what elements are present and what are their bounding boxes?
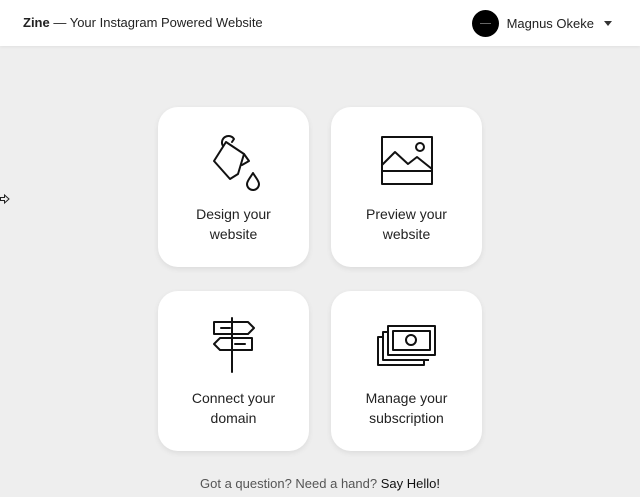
card-label-line: Manage your: [365, 390, 448, 406]
user-name: Magnus Okeke: [506, 15, 594, 31]
card-label-line: Design your: [196, 206, 271, 222]
card-label-line: website: [382, 226, 431, 242]
manage-subscription-card[interactable]: Manage your subscription: [331, 291, 482, 451]
card-label-line: Preview your: [366, 206, 447, 222]
signpost-icon: [212, 317, 255, 373]
avatar: [471, 9, 499, 37]
top-bar: Zine — Your Instagram Powered Website Ma…: [0, 0, 640, 46]
preview-website-card[interactable]: Preview your website: [331, 107, 482, 267]
preview-website-label: Preview your website: [341, 204, 472, 244]
brand[interactable]: Zine — Your Instagram Powered Website: [23, 15, 263, 30]
card-label-line: domain: [210, 410, 257, 426]
card-label-line: website: [209, 226, 258, 242]
caret-down-icon: [604, 20, 612, 26]
manage-subscription-label: Manage your subscription: [341, 388, 472, 428]
footer-question: Got a question? Need a hand?: [200, 476, 381, 491]
card-label-line: subscription: [369, 410, 444, 426]
design-website-card[interactable]: Design your website: [158, 107, 309, 267]
image-icon: [380, 136, 433, 185]
connect-domain-label: Connect your domain: [168, 388, 299, 428]
footer: Got a question? Need a hand? Say Hello!: [0, 476, 640, 491]
money-stack-icon: [376, 325, 436, 366]
say-hello-link[interactable]: Say Hello!: [381, 476, 440, 491]
connect-domain-card[interactable]: Connect your domain: [158, 291, 309, 451]
brand-name: Zine: [23, 15, 50, 30]
card-label-line: Connect your: [191, 390, 276, 406]
user-menu[interactable]: Magnus Okeke: [471, 9, 612, 37]
brand-tagline: — Your Instagram Powered Website: [49, 15, 263, 30]
paint-pour-icon: [212, 134, 260, 191]
design-website-label: Design your website: [168, 204, 299, 244]
arrow-right-icon: [0, 193, 10, 205]
